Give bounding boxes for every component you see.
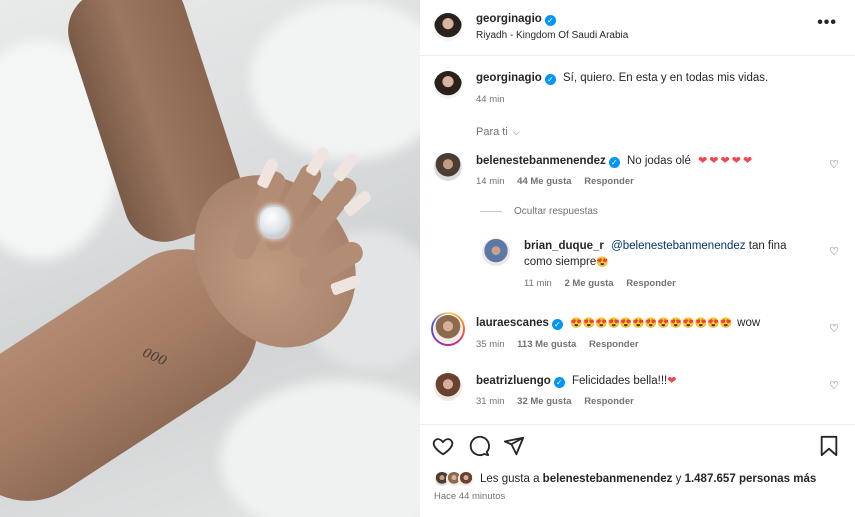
- comment-row: belenestebanmenendez ✓ No jodas olé ❤❤❤❤❤: [476, 154, 754, 168]
- verified-badge-icon: ✓: [608, 157, 620, 168]
- comment-username[interactable]: lauraescanes: [476, 317, 549, 329]
- caption-time: 44 min: [476, 94, 505, 105]
- comment-like-heart-icon[interactable]: ♡: [829, 158, 839, 171]
- author-avatar[interactable]: [434, 13, 462, 41]
- comment-avatar: [434, 315, 462, 343]
- comment-icon[interactable]: [468, 435, 490, 457]
- sheet-fold: [220, 380, 420, 517]
- post-time-ago[interactable]: Hace 44 minutos: [434, 491, 505, 502]
- caption-username[interactable]: georginagio: [476, 72, 542, 84]
- comment-meta: 31 min 32 Me gusta Responder: [476, 396, 634, 407]
- divider: [480, 210, 502, 212]
- post-header: georginagio ✓ Riyadh - Kingdom Of Saudi A…: [420, 0, 855, 56]
- instagram-post-view: 000 georginagio ✓ Riyadh - Kingdom Of Sau…: [0, 0, 855, 517]
- hide-replies-label: Ocultar respuestas: [514, 206, 598, 217]
- comment-like-heart-icon[interactable]: ♡: [829, 322, 839, 335]
- comment-avatar[interactable]: [434, 153, 462, 181]
- hide-replies-toggle[interactable]: Ocultar respuestas: [480, 206, 598, 217]
- comment-time: 14 min: [476, 176, 505, 187]
- verified-badge-icon: ✓: [544, 74, 556, 85]
- chevron-down-icon: ⌵: [512, 127, 520, 137]
- reply-button[interactable]: Responder: [584, 176, 634, 187]
- reply-username[interactable]: brian_duque_r: [524, 240, 604, 252]
- more-options-icon[interactable]: •••: [817, 14, 837, 32]
- verified-badge-icon: ✓: [553, 377, 565, 388]
- post-actions-bar: [420, 424, 855, 468]
- reply-button[interactable]: Responder: [584, 396, 634, 407]
- caption-row: georginagio ✓ Sí, quiero. En esta y en to…: [476, 72, 768, 85]
- reply-text-line1: tan fina: [748, 240, 787, 252]
- author-username[interactable]: georginagio: [476, 13, 542, 25]
- comment-meta: 14 min 44 Me gusta Responder: [476, 176, 634, 187]
- verified-badge-icon: ✓: [551, 319, 563, 330]
- comment-text: wow: [737, 317, 761, 329]
- send-icon[interactable]: [503, 435, 525, 457]
- for-you-label: Para ti: [476, 126, 508, 138]
- comment-likes[interactable]: 44 Me gusta: [517, 176, 571, 187]
- caption-avatar[interactable]: [434, 71, 462, 99]
- likes-user[interactable]: belenestebanmenendez: [543, 473, 673, 485]
- comment-time: 31 min: [476, 396, 505, 407]
- comment-avatar[interactable]: [434, 373, 462, 401]
- reply-row: brian_duque_r @belenestebanmenendez tan …: [524, 240, 786, 252]
- comment-likes[interactable]: 113 Me gusta: [517, 339, 576, 350]
- reply-like-heart-icon[interactable]: ♡: [829, 245, 839, 258]
- comment-row: beatrizluengo ✓ Felicidades bella!!!❤: [476, 374, 678, 388]
- comment-likes[interactable]: 32 Me gusta: [517, 396, 571, 407]
- for-you-filter[interactable]: Para ti ⌵: [476, 126, 520, 138]
- heart-outline-icon[interactable]: [432, 435, 454, 457]
- comment-row: lauraescanes ✓ 😍😍😍😍😍😍😍😍😍😍😍😍😍 wow: [476, 317, 760, 330]
- reply-row-2: como siempre😍: [524, 256, 609, 268]
- comment-like-heart-icon[interactable]: ♡: [829, 379, 839, 392]
- reply-avatar[interactable]: [482, 238, 510, 266]
- comment-username[interactable]: belenestebanmenendez: [476, 155, 606, 167]
- comment-emojis: ❤: [667, 375, 679, 387]
- bookmark-icon[interactable]: [819, 435, 839, 457]
- likes-suffix[interactable]: personas más: [739, 473, 816, 485]
- comment-text: Felicidades bella!!!: [571, 375, 668, 387]
- verified-badge-icon: ✓: [544, 15, 556, 26]
- comment-emojis: 😍😍😍😍😍😍😍😍😍😍😍😍😍: [570, 318, 732, 329]
- reply-button[interactable]: Responder: [626, 278, 676, 289]
- likes-prefix: Les gusta a: [480, 473, 540, 485]
- reply-button[interactable]: Responder: [589, 339, 639, 350]
- story-ring[interactable]: [431, 312, 465, 346]
- reply-time: 11 min: [524, 278, 552, 289]
- post-photo[interactable]: 000: [0, 0, 420, 517]
- post-side-panel: georginagio ✓ Riyadh - Kingdom Of Saudi A…: [420, 0, 855, 517]
- comment-text: No jodas olé: [626, 155, 691, 167]
- comment-emojis: ❤❤❤❤❤: [698, 155, 755, 167]
- post-location[interactable]: Riyadh - Kingdom Of Saudi Arabia: [476, 30, 628, 41]
- sheet-fold: [250, 0, 420, 160]
- likes-count[interactable]: 1.487.657: [685, 473, 736, 485]
- author-row: georginagio ✓: [476, 13, 556, 26]
- likes-summary[interactable]: Les gusta a belenestebanmenendez y 1.487…: [480, 473, 816, 485]
- comment-username[interactable]: beatrizluengo: [476, 375, 551, 387]
- likes-middle: y: [675, 473, 682, 485]
- reply-likes[interactable]: 2 Me gusta: [564, 278, 613, 289]
- reply-meta: 11 min 2 Me gusta Responder: [524, 278, 676, 289]
- reply-text-line2: como siempre: [524, 256, 597, 268]
- comment-meta: 35 min 113 Me gusta Responder: [476, 339, 639, 350]
- comment-time: 35 min: [476, 339, 505, 350]
- liker-avatar: [458, 471, 474, 487]
- reply-emoji: 😍: [596, 257, 609, 268]
- caption-text: Sí, quiero. En esta y en todas mis vidas…: [563, 72, 769, 84]
- reply-mention-link[interactable]: @belenestebanmenendez: [611, 240, 745, 252]
- diamond-ring: [258, 205, 290, 239]
